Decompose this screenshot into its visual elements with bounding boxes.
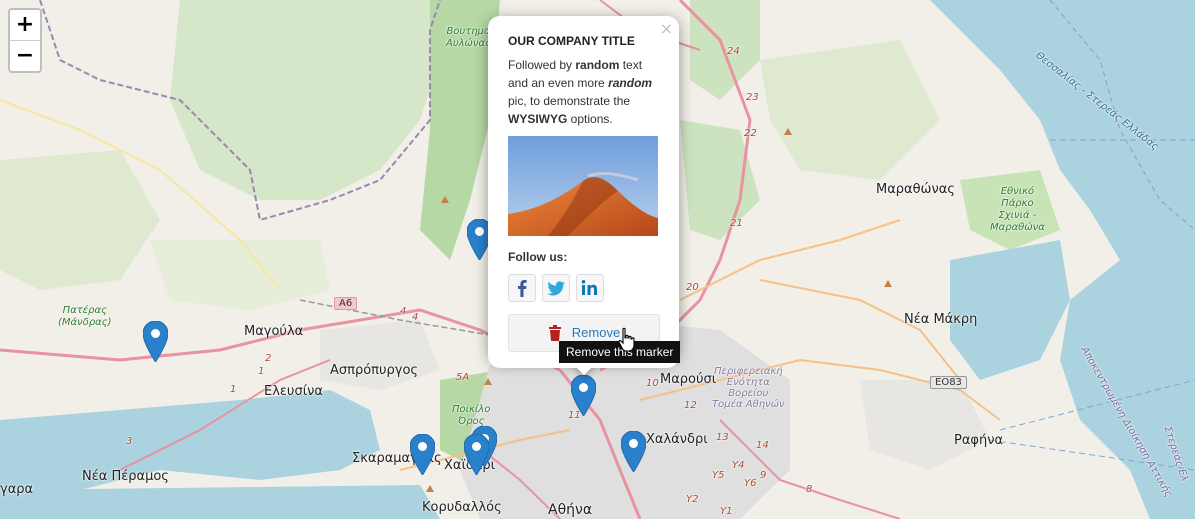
place-label-nea-makri: Νέα Μάκρη [904, 312, 978, 327]
road-number: 22 [744, 128, 757, 139]
social-links [508, 274, 659, 302]
region-label-perifereiaki: Περιφερειακή Ενότητα Βορείου Τομέα Αθηνώ… [712, 366, 785, 410]
facebook-icon[interactable] [508, 274, 536, 302]
park-label-ethniko: Εθνικό Πάρκο Σχινιά - Μαραθώνα [990, 186, 1045, 233]
road-number: 9 [760, 470, 767, 481]
road-shield-eo83: EO83 [930, 376, 967, 389]
place-label-athina: Αθήνα [548, 502, 593, 518]
park-label-poikilo: Ποικίλο Όρος [452, 404, 491, 427]
place-label-gara: γαρα [0, 482, 34, 497]
road-number: 23 [746, 92, 759, 103]
road-number: Y1 [720, 506, 733, 517]
road-number: 14 [756, 440, 769, 451]
road-number: 1 [258, 366, 265, 377]
road-number: 3 [126, 436, 133, 447]
popup-image [508, 136, 658, 236]
popup-content: × OUR COMPANY TITLE Followed by random t… [488, 16, 679, 368]
map-marker[interactable] [571, 375, 596, 416]
linkedin-icon[interactable] [576, 274, 604, 302]
map-marker[interactable] [143, 321, 168, 362]
follow-us-label: Follow us: [508, 250, 568, 264]
popup-text-bold-italic: random [608, 76, 653, 90]
park-label-voutiama: Βουτημα Αυλώνας [446, 26, 491, 49]
road-number: Y4 [732, 460, 745, 471]
place-label-chalandri: Χαλάνδρι [646, 432, 708, 447]
twitter-icon[interactable] [542, 274, 570, 302]
zoom-in-button[interactable]: + [10, 10, 40, 41]
place-label-korydallos: Κορυδαλλός [422, 500, 502, 515]
road-number: 21 [730, 218, 743, 229]
road-number: 10 [646, 378, 659, 389]
road-number: Y6 [744, 478, 757, 489]
popup-text-bold: WYSIWYG [508, 112, 568, 126]
map-marker[interactable] [464, 434, 489, 475]
place-label-marousi: Μαρούσι [660, 372, 717, 387]
popup-text-part: pic, to demonstrate the [508, 94, 631, 108]
road-number: 13 [716, 432, 729, 443]
popup-text-part: Followed by [508, 58, 576, 72]
zoom-out-button[interactable]: − [10, 41, 40, 71]
road-shield-a6: A6 [334, 297, 358, 310]
place-label-nea-peramos: Νέα Πέραμος [82, 469, 169, 484]
road-number: 1 [230, 384, 237, 395]
road-number: Y2 [686, 494, 699, 505]
map-marker[interactable] [410, 434, 435, 475]
park-label-pateras: Πατέρας (Μάνδρας) [58, 305, 112, 328]
place-label-rafina: Ραφήνα [954, 433, 1004, 448]
road-number: 2 [265, 353, 272, 364]
place-label-marathonas: Μαραθώνας [876, 182, 955, 197]
remove-label: Remove [571, 325, 621, 340]
road-number: 20 [686, 282, 699, 293]
road-number: 12 [684, 400, 697, 411]
map-marker[interactable] [621, 431, 646, 472]
zoom-control: + − [8, 8, 42, 73]
road-number: 24 [727, 46, 740, 57]
road-number: 4 [412, 312, 419, 323]
place-label-aspropyrgos: Ασπρόπυργος [330, 363, 419, 378]
popup-text-bold: random [575, 58, 620, 72]
road-number: 5A [456, 372, 470, 383]
marker-popup: × OUR COMPANY TITLE Followed by random t… [488, 16, 679, 376]
road-number: 8 [806, 484, 813, 495]
road-number: 4 [400, 306, 407, 317]
place-label-elefsina: Ελευσίνα [264, 384, 323, 399]
popup-text-part: options. [567, 112, 613, 126]
popup-close-button[interactable]: × [660, 20, 673, 38]
popup-text: Followed by random text and an even more… [508, 56, 659, 128]
cursor-hand-icon [618, 327, 635, 352]
place-label-magoula: Μαγούλα [244, 324, 304, 339]
road-number: Y5 [712, 470, 725, 481]
trash-icon [548, 325, 561, 341]
popup-title: OUR COMPANY TITLE [508, 34, 635, 48]
